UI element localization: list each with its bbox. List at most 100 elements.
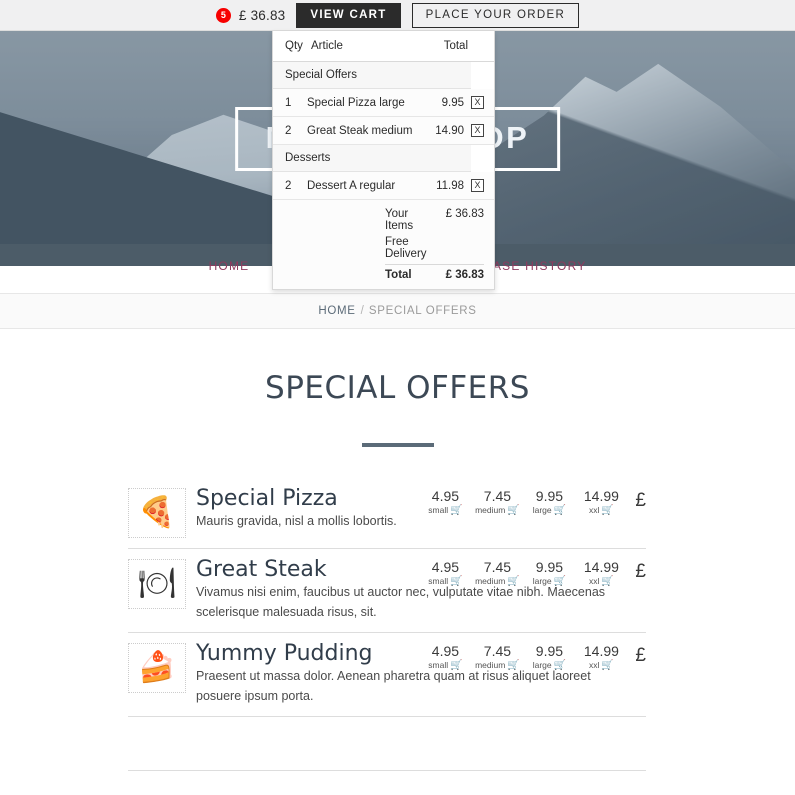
size-text: small — [428, 576, 449, 586]
price-value: 7.45 — [483, 488, 512, 504]
add-to-cart-icon[interactable]: 🛒 — [450, 576, 462, 587]
cart-dropdown-panel[interactable]: Qty Article Total Special Offers 1 Speci… — [272, 31, 495, 290]
cart-item-total: 14.90 — [435, 124, 464, 137]
cart-count-badge: 5 — [215, 7, 231, 23]
currency-symbol: £ — [635, 490, 646, 511]
size-text: large — [532, 505, 552, 515]
cart-header-article: Article — [311, 40, 343, 52]
size-text: small — [428, 660, 449, 671]
size-text: medium — [475, 505, 506, 515]
remove-item-icon[interactable]: X — [471, 124, 484, 137]
price-size-label: medium 🛒 — [471, 660, 523, 671]
price-options: 4.95 small 🛒 7.45 medium 🛒 9.95 large 🛒 14.… — [419, 559, 646, 587]
price-value: 4.95 — [431, 643, 460, 660]
size-text: medium — [475, 576, 506, 586]
price-option-xxl[interactable]: 14.99 xxl 🛒 — [575, 488, 627, 516]
remove-item-icon[interactable]: X — [471, 96, 484, 109]
nav-item-home[interactable]: HOME — [209, 259, 250, 273]
price-option-xxl[interactable]: 14.99 xxl 🛒 — [575, 643, 627, 671]
product-row: 🍰 Yummy Pudding Praesent ut massa dolor.… — [128, 633, 646, 718]
cart-item-qty: 1 — [285, 96, 292, 109]
remove-item-icon[interactable]: X — [471, 179, 484, 192]
summary-label: Total — [385, 269, 412, 281]
steak-icon: 🍽 — [128, 559, 186, 609]
price-value: 14.99 — [583, 643, 619, 660]
price-size-label: large 🛒 — [523, 576, 575, 587]
cart-item-total: 9.95 — [441, 96, 464, 109]
price-size-label: medium 🛒 — [471, 576, 523, 587]
price-option-medium[interactable]: 7.45 medium 🛒 — [471, 643, 523, 671]
size-text: xxl — [589, 660, 600, 671]
product-description: Vivamus nisi enim, faucibus ut auctor ne… — [196, 585, 606, 619]
currency-symbol: £ — [635, 561, 646, 582]
price-option-small[interactable]: 4.95 small 🛒 — [419, 559, 471, 587]
price-value: 7.45 — [483, 559, 512, 575]
price-option-xxl[interactable]: 14.99 xxl 🛒 — [575, 559, 627, 587]
cart-header-qty: Qty — [285, 40, 303, 52]
cart-line-item: 2 Dessert A regular 11.98 X — [273, 172, 494, 200]
summary-value: £ 36.83 — [445, 269, 484, 281]
price-options: 4.95 small 🛒 7.45 medium 🛒 9.95 large 🛒 14.… — [419, 488, 646, 516]
add-to-cart-icon[interactable]: 🛒 — [507, 505, 519, 516]
cart-group-label: Special Offers — [273, 62, 471, 89]
price-value: 7.45 — [483, 643, 512, 660]
add-to-cart-icon[interactable]: 🛒 — [601, 660, 613, 671]
size-text: small — [428, 505, 449, 515]
add-to-cart-icon[interactable]: 🛒 — [554, 505, 566, 516]
summary-total: Total £ 36.83 — [385, 264, 484, 283]
price-option-medium[interactable]: 7.45 medium 🛒 — [471, 559, 523, 587]
add-to-cart-icon[interactable]: 🛒 — [450, 660, 462, 671]
price-size-label: small 🛒 — [419, 505, 471, 516]
price-value: 14.99 — [583, 559, 619, 575]
cart-item-total: 11.98 — [436, 179, 464, 192]
price-option-medium[interactable]: 7.45 medium 🛒 — [471, 488, 523, 516]
size-text: medium — [475, 660, 506, 671]
price-option-small[interactable]: 4.95 small 🛒 — [419, 488, 471, 516]
place-order-button[interactable]: PLACE YOUR ORDER — [411, 2, 580, 28]
top-bar: 5 £ 36.83 VIEW CART PLACE YOUR ORDER — [0, 0, 795, 31]
product-row: 🍽 Great Steak Vivamus nisi enim, faucibu… — [128, 549, 646, 634]
pizza-icon: 🍕 — [128, 488, 186, 538]
product-row: 🍕 Special Pizza Mauris gravida, nisl a m… — [128, 478, 646, 549]
price-value: 4.95 — [431, 488, 460, 504]
cart-item-qty: 2 — [285, 179, 292, 192]
price-options: 4.95 small 🛒 7.45 medium 🛒 9.95 large 🛒 14.… — [419, 643, 646, 671]
product-description: Praesent ut massa dolor. Aenean pharetra… — [196, 669, 591, 703]
breadcrumb: HOME / SPECIAL OFFERS — [0, 293, 795, 329]
add-to-cart-icon[interactable]: 🛒 — [601, 576, 613, 587]
cart-group-label: Desserts — [273, 145, 471, 172]
view-cart-button[interactable]: VIEW CART — [296, 2, 401, 28]
summary-value: £ 36.83 — [445, 208, 484, 220]
cart-header-total: Total — [443, 40, 468, 52]
cake-icon: 🍰 — [128, 643, 186, 694]
price-option-small[interactable]: 4.95 small 🛒 — [419, 643, 471, 671]
page-title: SPECIAL OFFERS — [265, 370, 530, 406]
size-text: xxl — [589, 576, 600, 586]
price-option-large[interactable]: 9.95 large 🛒 — [523, 488, 575, 516]
price-size-label: xxl 🛒 — [575, 505, 627, 516]
add-to-cart-icon[interactable]: 🛒 — [450, 505, 462, 516]
add-to-cart-icon[interactable]: 🛒 — [554, 660, 566, 671]
summary-value — [432, 236, 484, 260]
add-to-cart-icon[interactable]: 🛒 — [601, 505, 613, 516]
price-size-label: xxl 🛒 — [575, 576, 627, 587]
price-value: 9.95 — [535, 488, 564, 504]
cart-item-article: Dessert A regular — [307, 179, 396, 192]
cart-table-header: Qty Article Total — [273, 31, 494, 62]
cart-line-item: 1 Special Pizza large 9.95 X — [273, 89, 494, 117]
price-option-large[interactable]: 9.95 large 🛒 — [523, 643, 575, 671]
breadcrumb-home-link[interactable]: HOME — [318, 305, 355, 317]
price-value: 4.95 — [431, 559, 460, 575]
add-to-cart-icon[interactable]: 🛒 — [507, 660, 519, 671]
price-option-large[interactable]: 9.95 large 🛒 — [523, 559, 575, 587]
add-to-cart-icon[interactable]: 🛒 — [554, 576, 566, 587]
title-underline-rule — [361, 443, 434, 447]
summary-label: Free Delivery — [385, 236, 427, 260]
price-value: 9.95 — [535, 559, 564, 575]
breadcrumb-current: SPECIAL OFFERS — [368, 305, 477, 317]
currency-symbol: £ — [635, 645, 646, 667]
add-to-cart-icon[interactable]: 🛒 — [507, 576, 519, 587]
price-size-label: medium 🛒 — [471, 505, 523, 516]
product-list: 🍕 Special Pizza Mauris gravida, nisl a m… — [128, 478, 646, 718]
size-text: large — [532, 660, 552, 671]
